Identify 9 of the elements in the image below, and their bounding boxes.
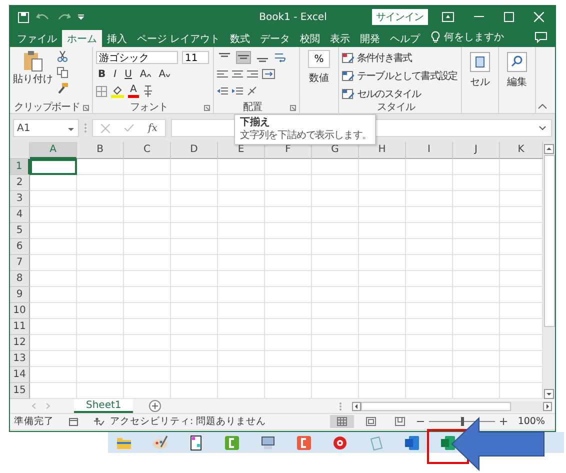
group-label: 配置: [243, 100, 262, 114]
group-label: フォント: [130, 101, 168, 114]
status-text: 準備完了: [14, 415, 54, 428]
tooltip-text: 文字列を下詰めで表示します。: [240, 130, 372, 142]
tooltip-title: 下揃え: [240, 117, 270, 129]
group-label: クリップボード: [14, 100, 80, 114]
group-label: 数値: [309, 72, 329, 85]
window-title: Book1 - Excel: [258, 12, 328, 22]
group-label: スタイル: [377, 101, 415, 114]
